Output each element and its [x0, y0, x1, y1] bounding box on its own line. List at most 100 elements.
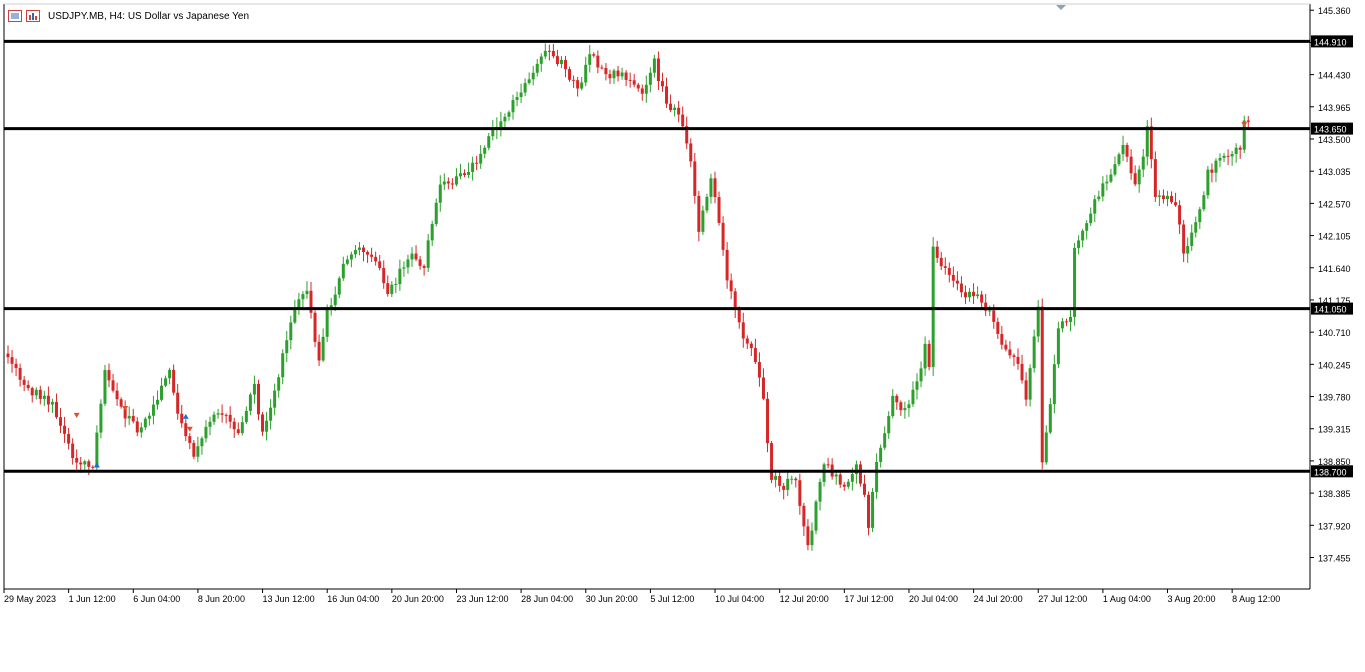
candle-body: [232, 421, 236, 430]
candle-body: [273, 390, 277, 408]
candle-body: [1202, 195, 1206, 210]
candle-body: [1000, 333, 1004, 345]
x-tick-label: 5 Jul 12:00: [650, 594, 694, 604]
x-tick-label: 6 Jun 04:00: [133, 594, 180, 604]
candle-body: [992, 310, 996, 322]
candle-body: [511, 100, 515, 113]
candle-body: [1149, 126, 1153, 160]
x-tick-label: 8 Aug 12:00: [1232, 594, 1280, 604]
candle-body: [1242, 120, 1246, 150]
candle-body: [370, 254, 374, 257]
candle-body: [1133, 173, 1137, 185]
candle-body: [479, 153, 483, 164]
candle-body: [588, 54, 592, 65]
candle-body: [297, 299, 301, 308]
buy-arrow-icon: [182, 413, 189, 419]
y-tick-label: 144.430: [1318, 71, 1351, 81]
candle-body: [495, 126, 499, 130]
chart-bars-icon[interactable]: [26, 10, 40, 22]
candle-body: [822, 464, 826, 482]
price-chart[interactable]: 145.360 144.910 144.430 143.965 143.500 143.0…: [0, 0, 1365, 672]
y-tick-label: 145.360: [1318, 6, 1351, 16]
candle-body: [652, 58, 656, 73]
candle-body: [301, 294, 305, 300]
chart-list-icon[interactable]: [8, 10, 22, 22]
y-tick-label: 137.920: [1318, 521, 1351, 531]
candle-body: [256, 383, 260, 415]
candle-body: [293, 307, 297, 323]
candle-body: [1178, 205, 1182, 225]
candle-body: [826, 464, 830, 466]
candle-body: [1020, 363, 1024, 381]
candle-body: [814, 501, 818, 531]
y-tick-label: 143.965: [1318, 103, 1351, 113]
candle-body: [123, 406, 127, 419]
y-tick-label: 138.850: [1318, 457, 1351, 467]
candle-body: [955, 280, 959, 284]
candle-body: [1165, 195, 1169, 200]
candle-body: [846, 481, 850, 487]
candle-body: [616, 70, 620, 77]
chart-window[interactable]: USDJPY.MB, H4: US Dollar vs Japanese Yen…: [0, 0, 1365, 672]
candle-body: [636, 84, 640, 89]
candle-body: [729, 280, 733, 292]
candle-body: [151, 404, 155, 416]
y-tick-label: 139.780: [1318, 393, 1351, 403]
level-price-box: [1311, 302, 1353, 315]
candle-body: [774, 475, 778, 480]
candle-body: [1234, 147, 1238, 154]
candle-body: [830, 464, 834, 477]
candle-body: [725, 249, 729, 281]
candle-body: [147, 415, 151, 419]
candle-body: [947, 267, 951, 275]
level-price-box: [1311, 35, 1353, 48]
candle-body: [697, 195, 701, 232]
candle-body: [252, 383, 256, 395]
candle-body: [450, 183, 454, 185]
candle-body: [891, 395, 895, 417]
candle-body: [927, 343, 931, 367]
candle-body: [689, 143, 693, 162]
candle-body: [366, 251, 370, 255]
candle-body: [248, 394, 252, 411]
candle-body: [244, 410, 248, 423]
candle-body: [1064, 321, 1068, 323]
candle-body: [410, 253, 414, 260]
candle-body: [1246, 120, 1250, 122]
candle-body: [761, 377, 765, 399]
candle-body: [1222, 155, 1226, 158]
candle-body: [782, 485, 786, 490]
candle-body: [681, 114, 685, 127]
candle-body: [972, 291, 976, 297]
candle-body: [406, 259, 410, 268]
candle-body: [386, 283, 390, 294]
candle-body: [572, 79, 576, 81]
candle-body: [426, 240, 430, 268]
candle-body: [834, 474, 838, 477]
candle-body: [1206, 169, 1210, 196]
candle-body: [42, 395, 46, 399]
candle-body: [1069, 316, 1073, 322]
candle-body: [883, 433, 887, 448]
candle-body: [164, 378, 168, 386]
x-tick-label: 30 Jun 20:00: [586, 594, 638, 604]
candle-body: [507, 112, 511, 117]
candle-body: [180, 413, 184, 424]
candle-body: [749, 343, 753, 349]
y-tick-label: 139.315: [1318, 425, 1351, 435]
candle-body: [317, 341, 321, 361]
candle-body: [277, 377, 281, 391]
candle-body: [770, 443, 774, 480]
x-tick-label: 8 Jun 20:00: [198, 594, 245, 604]
chart-title-bar: USDJPY.MB, H4: US Dollar vs Japanese Yen: [8, 8, 249, 24]
candle-body: [862, 483, 866, 495]
y-tick-label: 144.910: [1318, 38, 1351, 48]
candle-body: [887, 416, 891, 434]
candle-body: [1238, 147, 1242, 150]
candle-body: [1032, 336, 1036, 369]
candle-body: [487, 136, 491, 148]
candle-body: [434, 202, 438, 224]
candle-body: [875, 461, 879, 492]
y-tick-label: 141.175: [1318, 296, 1351, 306]
candle-body: [1117, 154, 1121, 165]
